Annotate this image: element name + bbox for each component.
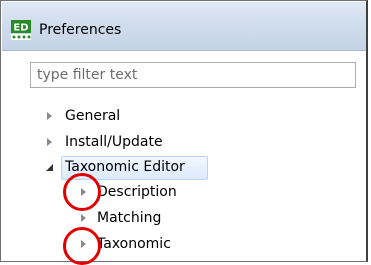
annotation-circle-description [63, 173, 101, 211]
tree-item-label: Install/Update [65, 134, 163, 150]
expand-arrow-icon[interactable] [43, 131, 55, 153]
tree-item-label: Matching [97, 210, 162, 226]
tree-item-install-update[interactable]: Install/Update [43, 131, 203, 153]
tree-item-label: General [65, 108, 121, 124]
window-title: Preferences [39, 22, 122, 38]
svg-text:ED: ED [13, 23, 28, 34]
tree-item-matching[interactable]: Matching [77, 207, 227, 229]
filter-input[interactable] [30, 62, 356, 88]
tree-item-general[interactable]: General [43, 105, 163, 127]
tree-item-label: Taxonomic [97, 236, 171, 252]
title-bar[interactable]: ED Preferences [2, 2, 366, 51]
preferences-window: ED Preferences General Install/Update Ta… [0, 0, 368, 265]
annotation-circle-taxonomic [63, 227, 101, 265]
tree-item-label: Description [97, 184, 177, 200]
app-icon: ED [11, 20, 31, 40]
collapse-arrow-icon[interactable] [43, 156, 55, 178]
expand-arrow-icon[interactable] [43, 105, 55, 127]
